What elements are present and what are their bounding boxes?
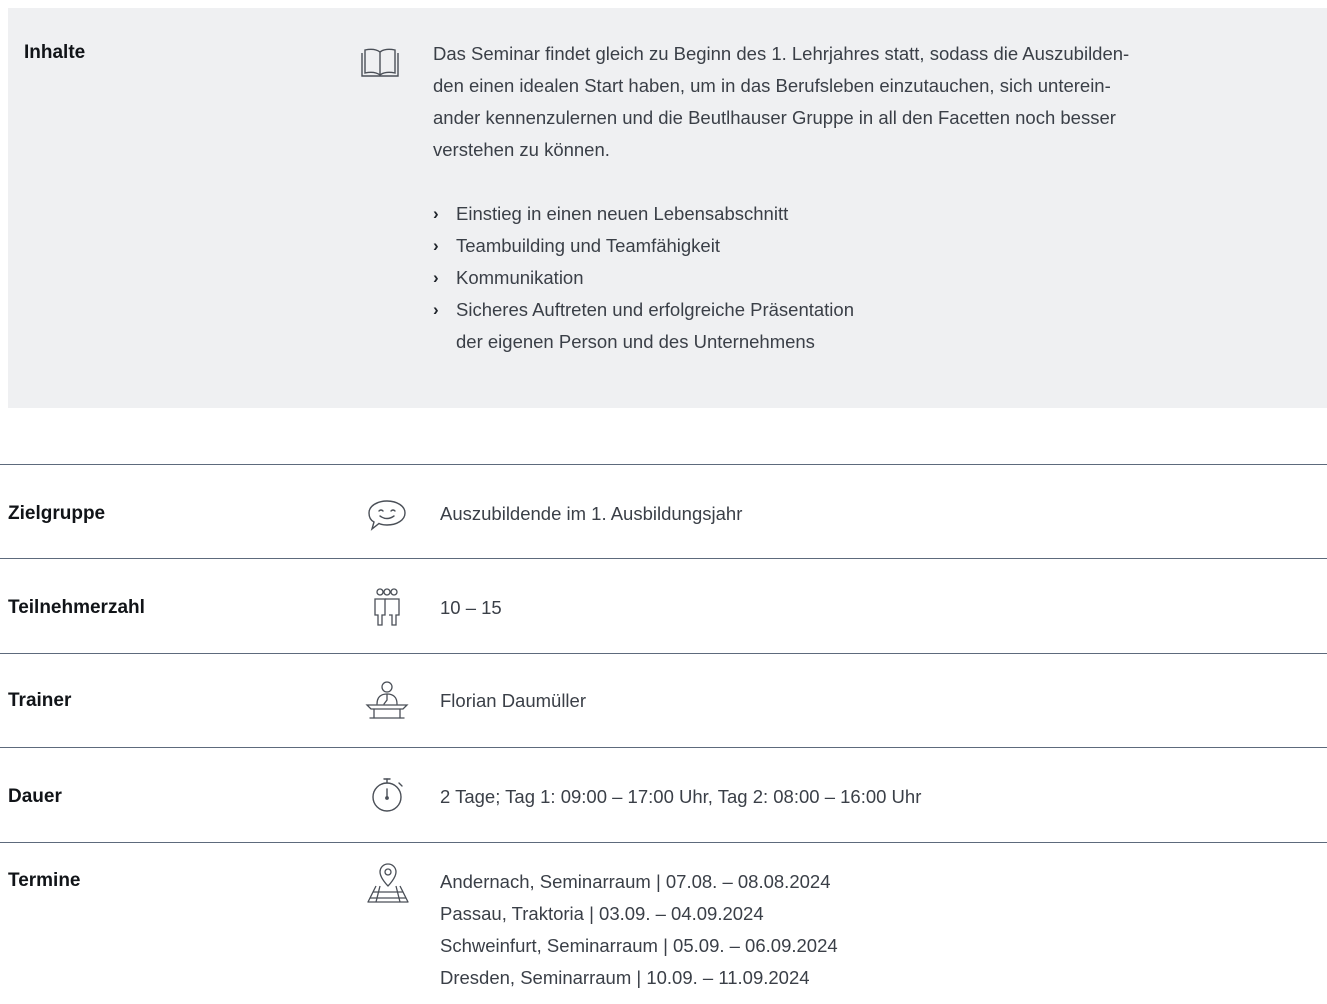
teilnehmerzahl-value: 10 – 15 [440, 597, 502, 618]
list-item: › Sicheres Auftreten und erfolgreiche Pr… [433, 294, 1133, 358]
topics-list: › Einstieg in einen neuen Lebensabschnit… [433, 198, 1133, 358]
termine-label: Termine [8, 870, 81, 891]
map-pin-icon [366, 862, 410, 904]
teilnehmerzahl-label: Teilnehmerzahl [8, 597, 145, 618]
inhalte-label: Inhalte [24, 42, 86, 63]
list-item-text: Einstieg in einen neuen Lebensabschnitt [456, 203, 789, 224]
list-item: Schweinfurt, Seminarraum | 05.09. – 06.0… [440, 935, 838, 956]
chevron-right-icon: › [433, 236, 439, 255]
list-item: Passau, Traktoria | 03.09. – 04.09.2024 [440, 903, 764, 924]
description-line: den einen idealen Start haben, um in das… [433, 75, 1111, 96]
chevron-right-icon: › [433, 204, 439, 223]
list-item-text: Sicheres Auftreten und erfolgreiche Präs… [456, 299, 854, 320]
speaker-podium-icon [365, 680, 409, 720]
list-item: › Kommunikation [433, 262, 1133, 294]
dauer-label: Dauer [8, 786, 62, 807]
list-item: › Einstieg in einen neuen Lebensabschnit… [433, 198, 1133, 230]
trainer-value: Florian Daumüller [440, 690, 586, 711]
divider [0, 842, 1327, 843]
stopwatch-icon [370, 775, 406, 815]
divider [0, 464, 1327, 465]
divider [0, 747, 1327, 748]
speech-bubble-smile-icon [366, 498, 408, 532]
chevron-right-icon: › [433, 300, 439, 319]
inhalte-section: Inhalte Das Seminar findet gleich zu Beg… [8, 8, 1327, 408]
list-item: Dresden, Seminarraum | 10.09. – 11.09.20… [440, 967, 810, 988]
list-item-continuation: der eigenen Person und des Unternehmens [456, 331, 815, 352]
list-item: Andernach, Seminarraum | 07.08. – 08.08.… [440, 871, 831, 892]
trainer-label: Trainer [8, 690, 72, 711]
divider [0, 558, 1327, 559]
book-icon [360, 46, 400, 78]
list-item-text: Teambuilding und Teamfähigkeit [456, 235, 720, 256]
description-line: ander kennenzulernen und die Beutlhauser… [433, 107, 1116, 128]
description-line: Das Seminar findet gleich zu Beginn des … [433, 43, 1130, 64]
divider [0, 653, 1327, 654]
chevron-right-icon: › [433, 268, 439, 287]
inhalte-description: Das Seminar findet gleich zu Beginn des … [433, 38, 1293, 166]
list-item-text: Kommunikation [456, 267, 584, 288]
dauer-value: 2 Tage; Tag 1: 09:00 – 17:00 Uhr, Tag 2:… [440, 786, 922, 807]
group-people-icon [372, 587, 402, 627]
termine-list: Andernach, Seminarraum | 07.08. – 08.08.… [440, 866, 838, 994]
description-line: verstehen zu können. [433, 139, 610, 160]
list-item: › Teambuilding und Teamfähigkeit [433, 230, 1133, 262]
zielgruppe-value: Auszubildende im 1. Ausbildungsjahr [440, 503, 743, 524]
zielgruppe-label: Zielgruppe [8, 503, 106, 524]
